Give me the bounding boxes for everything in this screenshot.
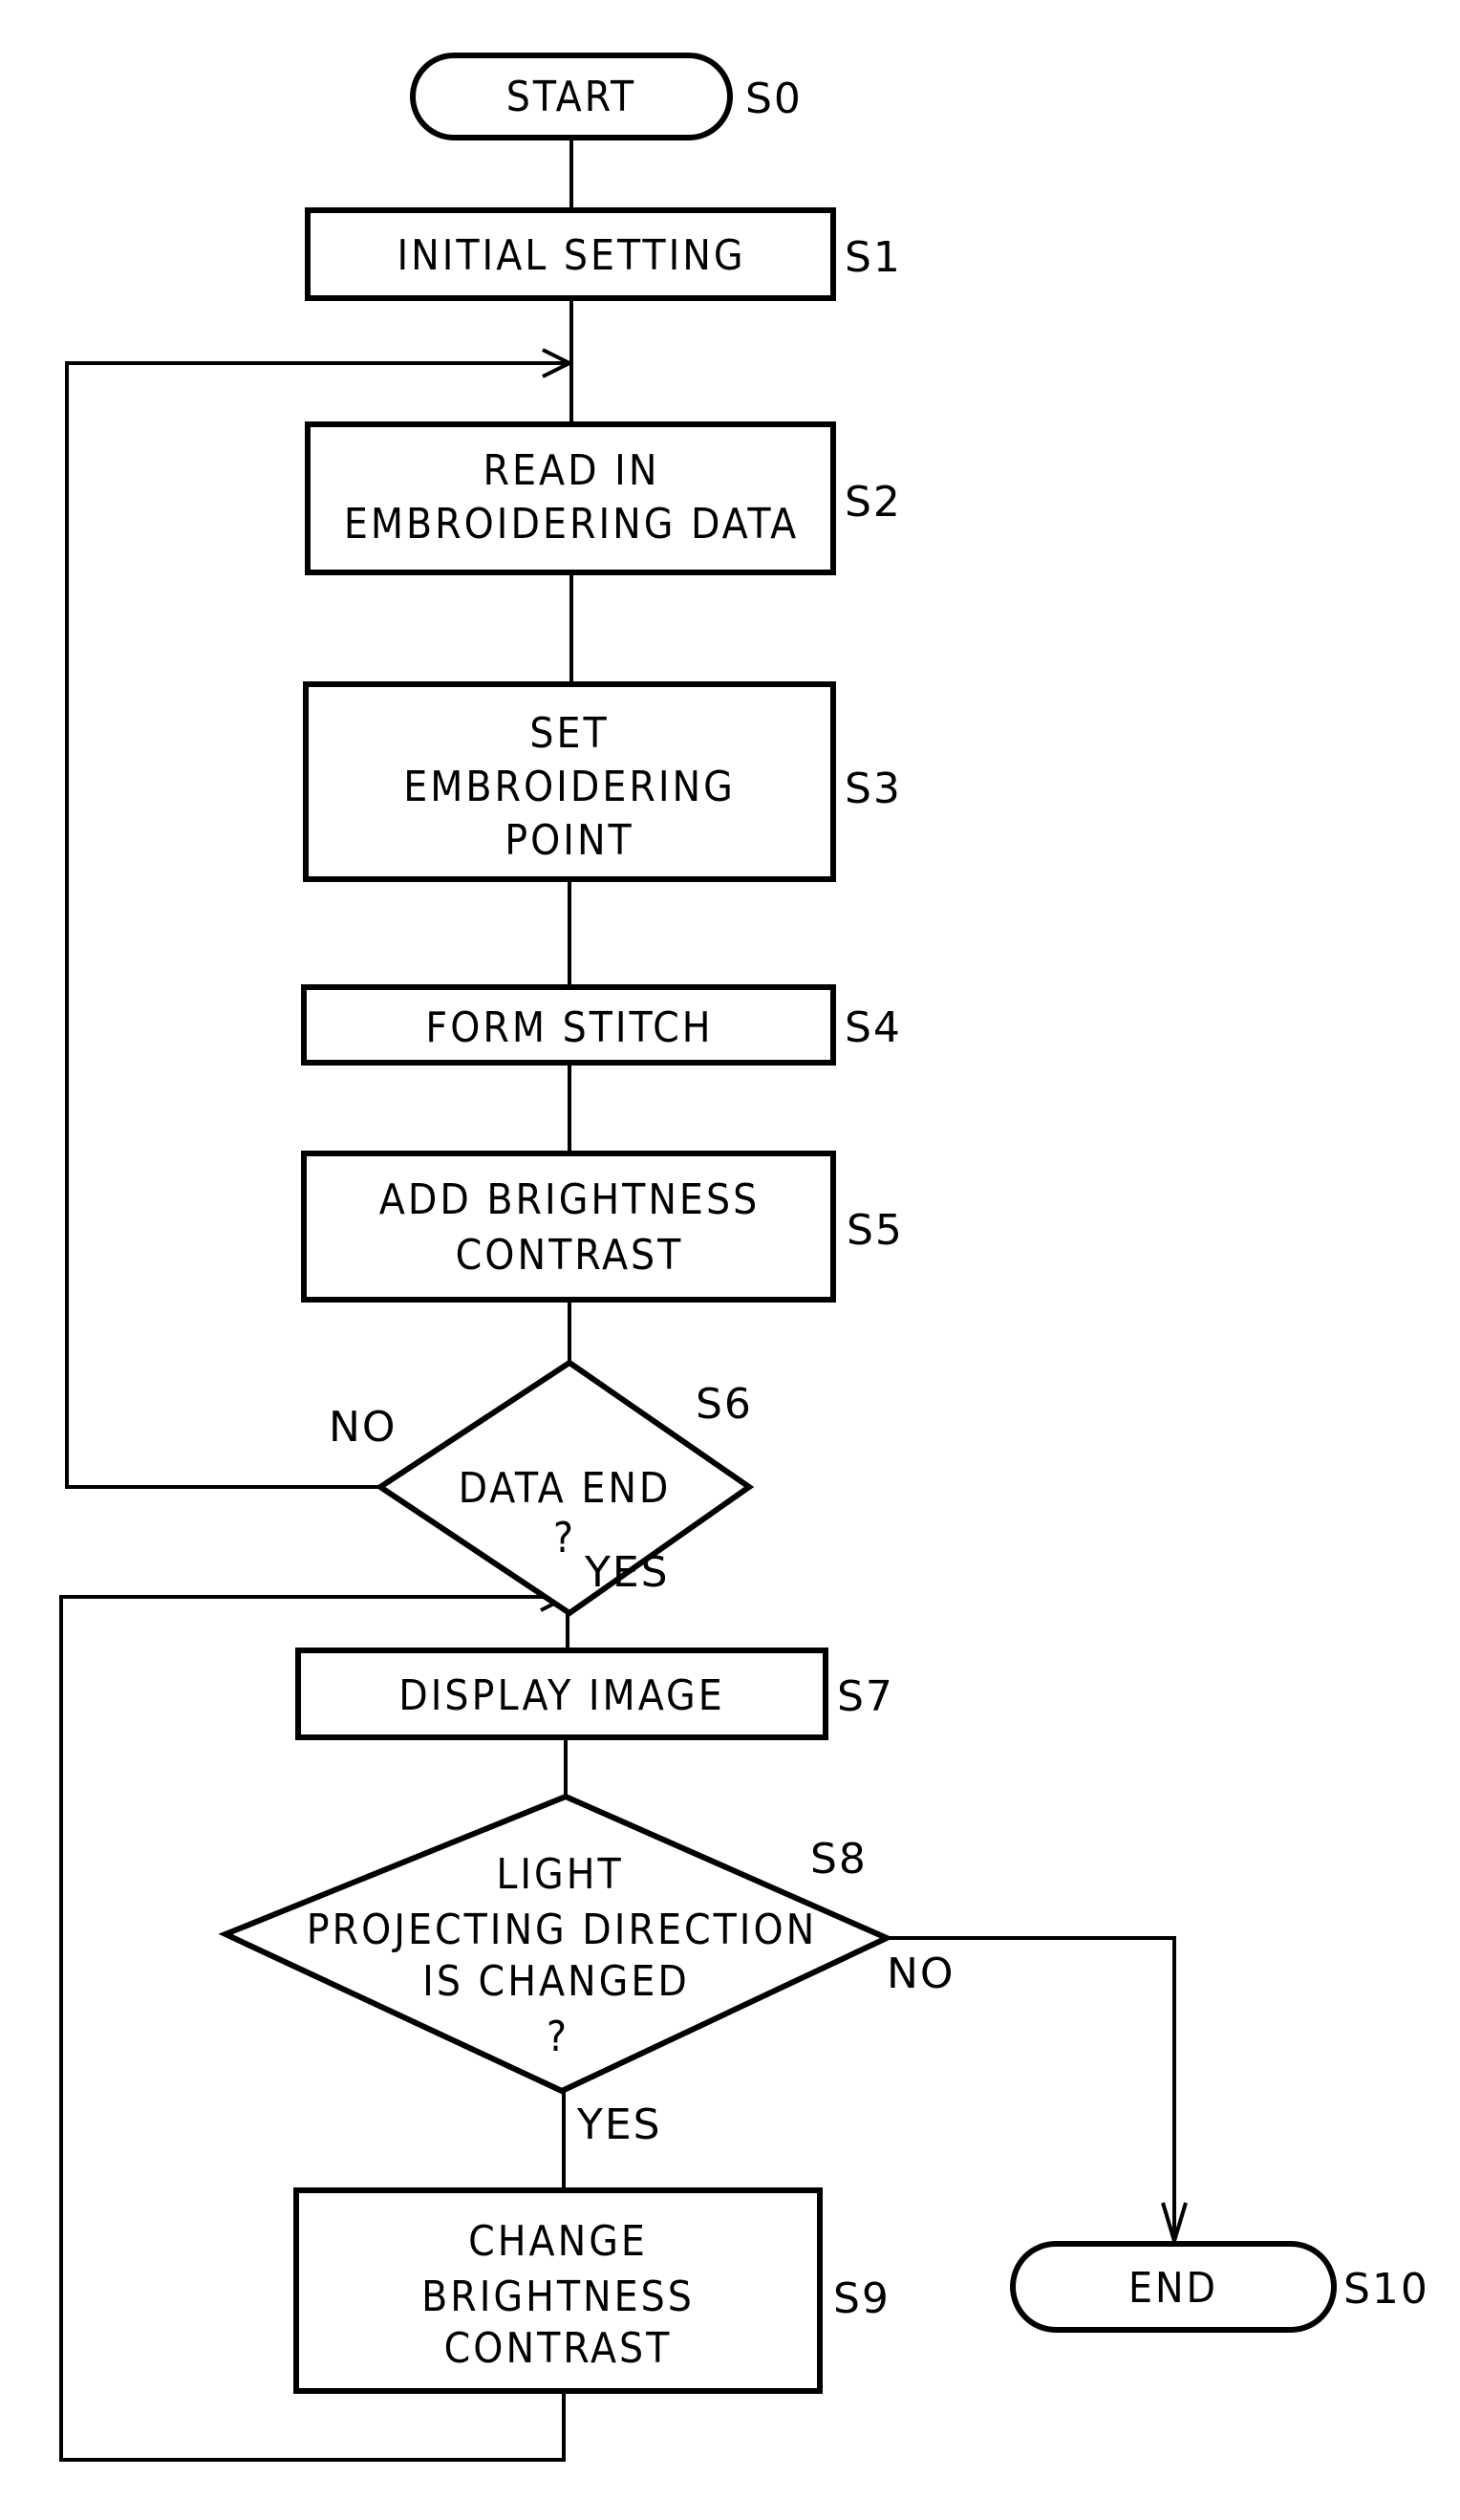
step-label: S10: [1343, 2265, 1429, 2314]
node-s4: FORM STITCH S4: [301, 984, 902, 1066]
flowchart: START S0 INITIAL SETTING S1 READ IN EMBR…: [59, 53, 1429, 2462]
node-s9: CHANGE BRIGHTNESS CONTRAST S9: [293, 2187, 891, 2394]
node-s8-decision: LIGHT PROJECTING DIRECTION IS CHANGED ? …: [218, 1793, 955, 2149]
node-text-line: SET: [529, 709, 609, 758]
node-text-line: EMBROIDERING DATA: [344, 500, 799, 549]
node-s5: ADD BRIGHTNESS CONTRAST S5: [301, 1151, 904, 1303]
node-text: INITIAL SETTING: [397, 231, 745, 280]
node-text: START: [506, 73, 636, 121]
node-text-line: LIGHT: [496, 1850, 623, 1899]
node-s2: READ IN EMBROIDERING DATA S2: [305, 421, 902, 575]
node-s3: SET EMBROIDERING POINT S3: [303, 681, 902, 882]
branch-label-no: NO: [329, 1403, 397, 1452]
step-label: S6: [696, 1380, 753, 1429]
step-label: S2: [845, 478, 902, 527]
step-label: S7: [837, 1672, 894, 1721]
step-label: S4: [845, 1003, 902, 1052]
node-text-line: ?: [547, 2013, 569, 2061]
step-label: S8: [810, 1835, 868, 1884]
node-text: FORM STITCH: [425, 1003, 713, 1052]
node-text-line: READ IN: [483, 446, 660, 495]
branch-label-yes: YES: [576, 2100, 662, 2149]
node-text-line: EMBROIDERING: [403, 763, 736, 811]
step-label: S3: [845, 765, 902, 813]
node-s1: INITIAL SETTING S1: [305, 207, 902, 301]
node-s7: DISPLAY IMAGE S7: [295, 1648, 894, 1740]
node-text-line: CONTRAST: [444, 2324, 673, 2373]
node-s10-end: END S10: [1010, 2241, 1429, 2333]
node-text-line: BRIGHTNESS: [421, 2272, 695, 2321]
node-s0-start: START S0: [410, 53, 803, 140]
node-text-line: DATA END: [459, 1464, 672, 1513]
node-text-line: POINT: [505, 816, 633, 865]
step-label: S9: [833, 2274, 891, 2323]
node-text-line: PROJECTING DIRECTION: [307, 1906, 817, 1954]
node-text-line: CHANGE: [468, 2217, 648, 2266]
node-text-line: ADD BRIGHTNESS: [379, 1175, 760, 1224]
node-text: END: [1128, 2264, 1218, 2313]
node-text: DISPLAY IMAGE: [398, 1671, 724, 1720]
step-label: S1: [845, 233, 902, 282]
node-s6-decision: DATA END ? S6 NO YES: [329, 1359, 755, 1617]
step-label: S5: [847, 1206, 904, 1255]
node-text-line: CONTRAST: [456, 1231, 684, 1280]
node-text-line: IS CHANGED: [422, 1957, 690, 2006]
step-label: S0: [745, 75, 803, 123]
node-text-line: ?: [553, 1514, 576, 1562]
branch-label-no: NO: [887, 1949, 955, 1998]
branch-label-yes: YES: [584, 1548, 670, 1597]
